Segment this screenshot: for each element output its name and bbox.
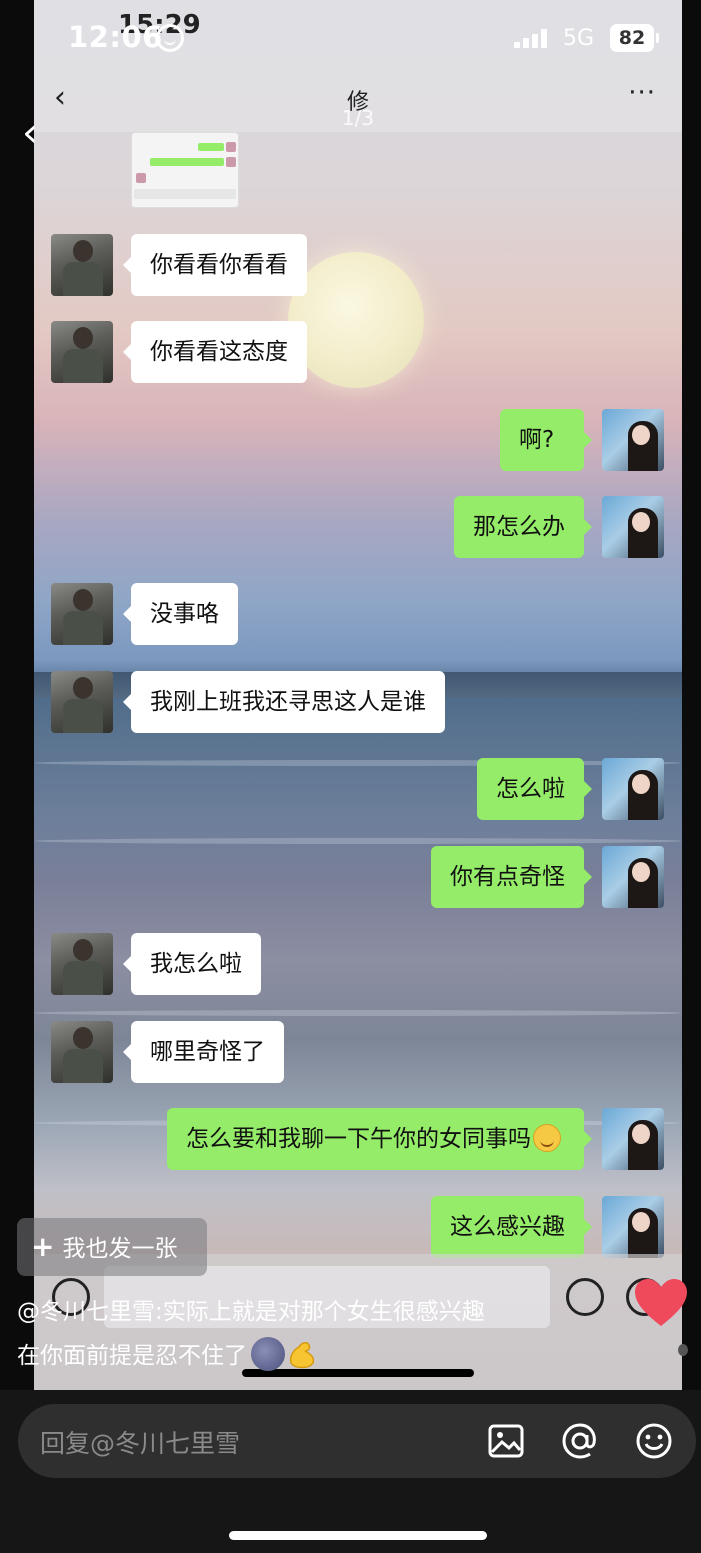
also-post-label: 我也发一张	[62, 1236, 178, 1262]
avatar	[602, 846, 664, 908]
post-caption: @冬川七里雪:实际上就是对那个女生很感兴趣 在你面前提是忍不住了	[17, 1290, 617, 1378]
moon-face-emoji-icon	[251, 1336, 285, 1371]
emoji-icon[interactable]	[635, 1422, 673, 1460]
incoming-message: 我怎么啦	[34, 933, 682, 995]
outgoing-message: 怎么啦	[34, 758, 682, 820]
message-bubble: 你有点奇怪	[431, 846, 592, 908]
avatar	[51, 234, 113, 296]
reply-placeholder: 回复@冬川七里雪	[40, 1429, 241, 1458]
battery-indicator: 82	[610, 24, 659, 52]
caption-line-2: 在你面前提是忍不住了	[17, 1343, 247, 1369]
message-bubble: 哪里奇怪了	[123, 1021, 284, 1083]
message-text: 哪里奇怪了	[150, 1039, 265, 1065]
image-icon[interactable]	[487, 1422, 525, 1460]
home-indicator	[229, 1531, 487, 1540]
face-id-icon	[156, 24, 184, 52]
message-bubble: 你看看这态度	[123, 321, 307, 383]
avatar	[602, 1108, 664, 1170]
message-bubble: 那怎么办	[454, 496, 592, 558]
outgoing-message: 那怎么办	[34, 496, 682, 558]
screenshot-viewer[interactable]: ‹ 修 1/3 ··· 你看看你看看 你看看这态度 啊? 那怎么办 没事咯 我刚上班我还寻…	[0, 0, 701, 1390]
more-icon: ···	[628, 78, 656, 108]
avatar	[602, 758, 664, 820]
message-bubble: 我刚上班我还寻思这人是谁	[123, 671, 445, 733]
heart-icon[interactable]	[633, 1278, 689, 1328]
status-time: 12:06	[68, 20, 163, 54]
chat-screenshot: ‹ 修 1/3 ··· 你看看你看看 你看看这态度 啊? 那怎么办 没事咯 我刚上班我还寻…	[34, 0, 682, 1390]
plus-icon: +	[31, 1230, 55, 1263]
message-bubble: 这么感兴趣	[431, 1196, 592, 1258]
signal-icon	[514, 28, 554, 48]
message-text: 你有点奇怪	[450, 864, 565, 890]
avatar	[51, 671, 113, 733]
wave	[34, 838, 682, 844]
flexed-arm-emoji-icon	[289, 1341, 315, 1368]
at-icon[interactable]	[561, 1422, 599, 1460]
incoming-message: 哪里奇怪了	[34, 1021, 682, 1083]
outgoing-message: 你有点奇怪	[34, 846, 682, 908]
message-bubble: 你看看你看看	[123, 234, 307, 296]
message-bubble: 我怎么啦	[123, 933, 261, 995]
outgoing-message: 怎么要和我聊一下午你的女同事吗	[34, 1108, 682, 1170]
message-text: 我怎么啦	[150, 951, 242, 977]
incoming-message: 你看看这态度	[34, 321, 682, 383]
message-text: 没事咯	[150, 601, 219, 627]
message-text: 你看看这态度	[150, 339, 288, 365]
message-bubble: 啊?	[500, 409, 592, 471]
outgoing-message: 啊?	[34, 409, 682, 471]
avatar	[602, 409, 664, 471]
message-text: 我刚上班我还寻思这人是谁	[150, 689, 426, 715]
network-type: 5G	[563, 26, 595, 51]
wave	[34, 1010, 682, 1016]
incoming-message: 你看看你看看	[34, 234, 682, 296]
message-text: 你看看你看看	[150, 252, 288, 278]
message-bubble: 没事咯	[123, 583, 238, 645]
avatar	[51, 583, 113, 645]
smile-emoji-icon	[533, 1123, 561, 1152]
message-text: 怎么要和我聊一下午你的女同事吗	[186, 1126, 531, 1152]
back-icon[interactable]: ‹	[22, 110, 38, 156]
caption-line-2-wrap: 在你面前提是忍不住了	[17, 1334, 617, 1378]
message-text: 啊?	[519, 427, 555, 453]
quoted-screenshot-thumbnail	[131, 132, 239, 208]
overlay-dot	[678, 1344, 688, 1356]
message-bubble: 怎么要和我聊一下午你的女同事吗	[167, 1108, 592, 1170]
page-indicator: 1/3	[341, 106, 375, 130]
also-post-button[interactable]: + 我也发一张	[17, 1218, 207, 1276]
incoming-message: 我刚上班我还寻思这人是谁	[34, 671, 682, 733]
message-bubble: 怎么啦	[477, 758, 592, 820]
avatar	[51, 321, 113, 383]
avatar	[51, 1021, 113, 1083]
incoming-message: 没事咯	[34, 583, 682, 645]
avatar	[602, 1196, 664, 1258]
avatar	[51, 933, 113, 995]
message-text: 这么感兴趣	[450, 1214, 565, 1240]
caption-line-1: @冬川七里雪:实际上就是对那个女生很感兴趣	[17, 1299, 485, 1325]
message-text: 那怎么办	[473, 514, 565, 540]
avatar	[602, 496, 664, 558]
message-text: 怎么啦	[496, 776, 565, 802]
